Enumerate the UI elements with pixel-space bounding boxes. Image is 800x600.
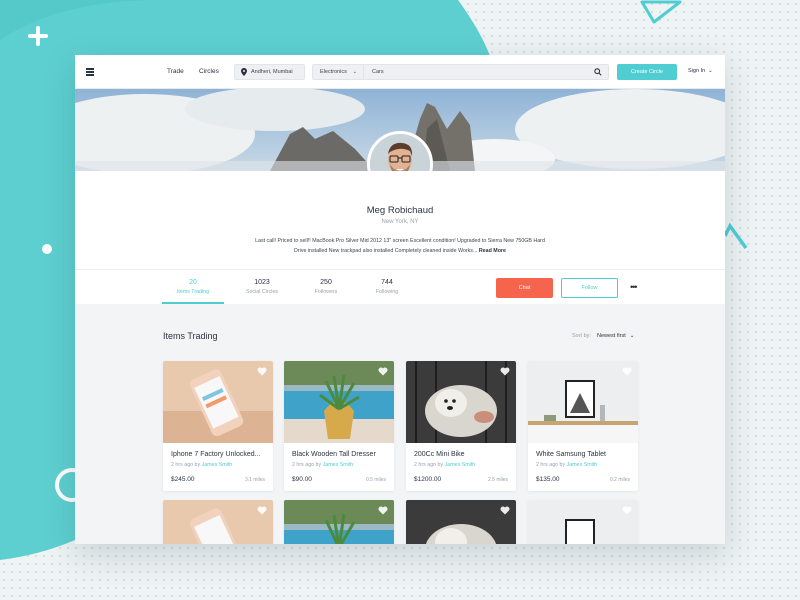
item-distance: 0.2 miles	[609, 477, 630, 483]
item-price: $135.00	[536, 476, 560, 483]
item-title: White Samsung Tablet	[536, 451, 606, 458]
stat-followers[interactable]: 250 Followers	[295, 279, 357, 295]
stat-value: 250	[320, 279, 332, 286]
category-select[interactable]: Electronics ⌄	[312, 64, 364, 80]
item-distance: 2.5 miles	[487, 477, 508, 483]
stat-value: 20	[189, 279, 197, 286]
stat-following[interactable]: 744 Following	[356, 279, 418, 295]
item-time: 2 hrs ago by	[171, 462, 201, 468]
search-icon[interactable]	[594, 68, 602, 76]
item-card[interactable]	[406, 500, 516, 544]
stat-social-circles[interactable]: 1023 Social Circles	[231, 279, 293, 295]
heart-icon[interactable]	[622, 506, 632, 515]
item-card[interactable]	[284, 500, 394, 544]
sort-select[interactable]: Newest first ⌄	[597, 333, 634, 339]
app-window: Trade Circles Andheri, Mumbai Electronic…	[75, 55, 725, 544]
item-card[interactable]	[163, 500, 273, 544]
nav-circles-link[interactable]: Circles	[199, 68, 219, 75]
read-more-link[interactable]: Read More	[479, 248, 506, 254]
search-input[interactable]	[364, 64, 609, 80]
profile-name: Meg Robichaud	[366, 205, 434, 216]
heart-icon[interactable]	[500, 506, 510, 515]
item-price: $90.00	[292, 476, 312, 483]
seller-link[interactable]: James Smith	[445, 462, 476, 468]
profile-card: Meg Robichaud New York, NY Last call! Pr…	[75, 171, 725, 304]
item-card[interactable]: 200Cc Mini Bike 2 hrs ago by James Smith…	[406, 361, 516, 491]
item-meta: 2 hrs ago by James Smith	[292, 462, 353, 468]
heart-icon[interactable]	[500, 367, 510, 376]
heart-icon[interactable]	[257, 367, 267, 376]
follow-button[interactable]: Follow	[561, 278, 618, 298]
item-title: Black Wooden Tall Dresser	[292, 451, 376, 458]
item-meta: 2 hrs ago by James Smith	[171, 462, 232, 468]
create-circle-button[interactable]: Create Circle	[617, 64, 677, 80]
items-section-title: Items Trading	[163, 331, 218, 341]
sign-in-label: Sign In	[688, 68, 706, 74]
chevron-down-icon: ⌄	[708, 68, 713, 74]
location-selector[interactable]: Andheri, Mumbai	[234, 64, 305, 80]
item-distance: 3.1 miles	[244, 477, 265, 483]
stat-label: Following	[375, 289, 399, 295]
chevron-down-icon: ⌄	[629, 333, 635, 339]
seller-link[interactable]: James Smith	[567, 462, 598, 468]
item-meta: 2 hrs ago by James Smith	[536, 462, 597, 468]
item-title: 200Cc Mini Bike	[414, 451, 465, 458]
seller-link[interactable]: James Smith	[323, 462, 354, 468]
heart-icon[interactable]	[378, 506, 388, 515]
location-pin-icon	[241, 68, 247, 76]
item-card[interactable]: Iphone 7 Factory Unlocked... 2 hrs ago b…	[163, 361, 273, 491]
chat-button[interactable]: Chat	[496, 278, 553, 298]
stat-value: 1023	[254, 279, 270, 286]
item-time: 2 hrs ago by	[292, 462, 322, 468]
item-title: Iphone 7 Factory Unlocked...	[171, 451, 261, 458]
triangle-decoration-icon	[640, 0, 682, 24]
sign-in-menu[interactable]: Sign In ⌄	[688, 68, 713, 74]
item-price: $245.00	[171, 476, 195, 483]
profile-bio: Last call! Priced to sell!! MacBook Pro …	[250, 236, 550, 256]
nav-trade-link[interactable]: Trade	[167, 68, 184, 75]
profile-location: New York, NY	[381, 219, 419, 225]
stat-items-trading[interactable]: 20 Items Trading	[162, 279, 224, 295]
stat-label: Items Trading	[176, 289, 210, 295]
stats-row: 20 Items Trading 1023 Social Circles 250…	[75, 269, 725, 304]
top-navbar: Trade Circles Andheri, Mumbai Electronic…	[75, 55, 725, 89]
item-card[interactable]: White Samsung Tablet 2 hrs ago by James …	[528, 361, 638, 491]
item-time: 2 hrs ago by	[536, 462, 566, 468]
item-distance: 0.5 miles	[365, 477, 386, 483]
location-label: Andheri, Mumbai	[251, 69, 293, 75]
dot-decoration	[42, 244, 52, 254]
item-card[interactable]	[528, 500, 638, 544]
sort-by-label: Sort by:	[572, 333, 591, 339]
item-time: 2 hrs ago by	[414, 462, 444, 468]
chevron-down-icon: ⌄	[352, 69, 357, 75]
active-tab-indicator	[162, 302, 224, 304]
seller-link[interactable]: James Smith	[202, 462, 233, 468]
category-label: Electronics	[320, 69, 347, 75]
heart-icon[interactable]	[257, 506, 267, 515]
stat-label: Followers	[314, 289, 338, 295]
sort-value: Newest first	[597, 333, 626, 339]
stat-label: Social Circles	[245, 289, 279, 295]
plus-decoration-icon	[28, 26, 48, 46]
heart-icon[interactable]	[378, 367, 388, 376]
item-card[interactable]: Black Wooden Tall Dresser 2 hrs ago by J…	[284, 361, 394, 491]
item-price: $1200.00	[414, 476, 442, 483]
heart-icon[interactable]	[622, 367, 632, 376]
hamburger-icon[interactable]	[86, 68, 94, 76]
stat-value: 744	[381, 279, 393, 286]
more-options-icon[interactable]: •••	[630, 282, 638, 292]
item-meta: 2 hrs ago by James Smith	[414, 462, 475, 468]
